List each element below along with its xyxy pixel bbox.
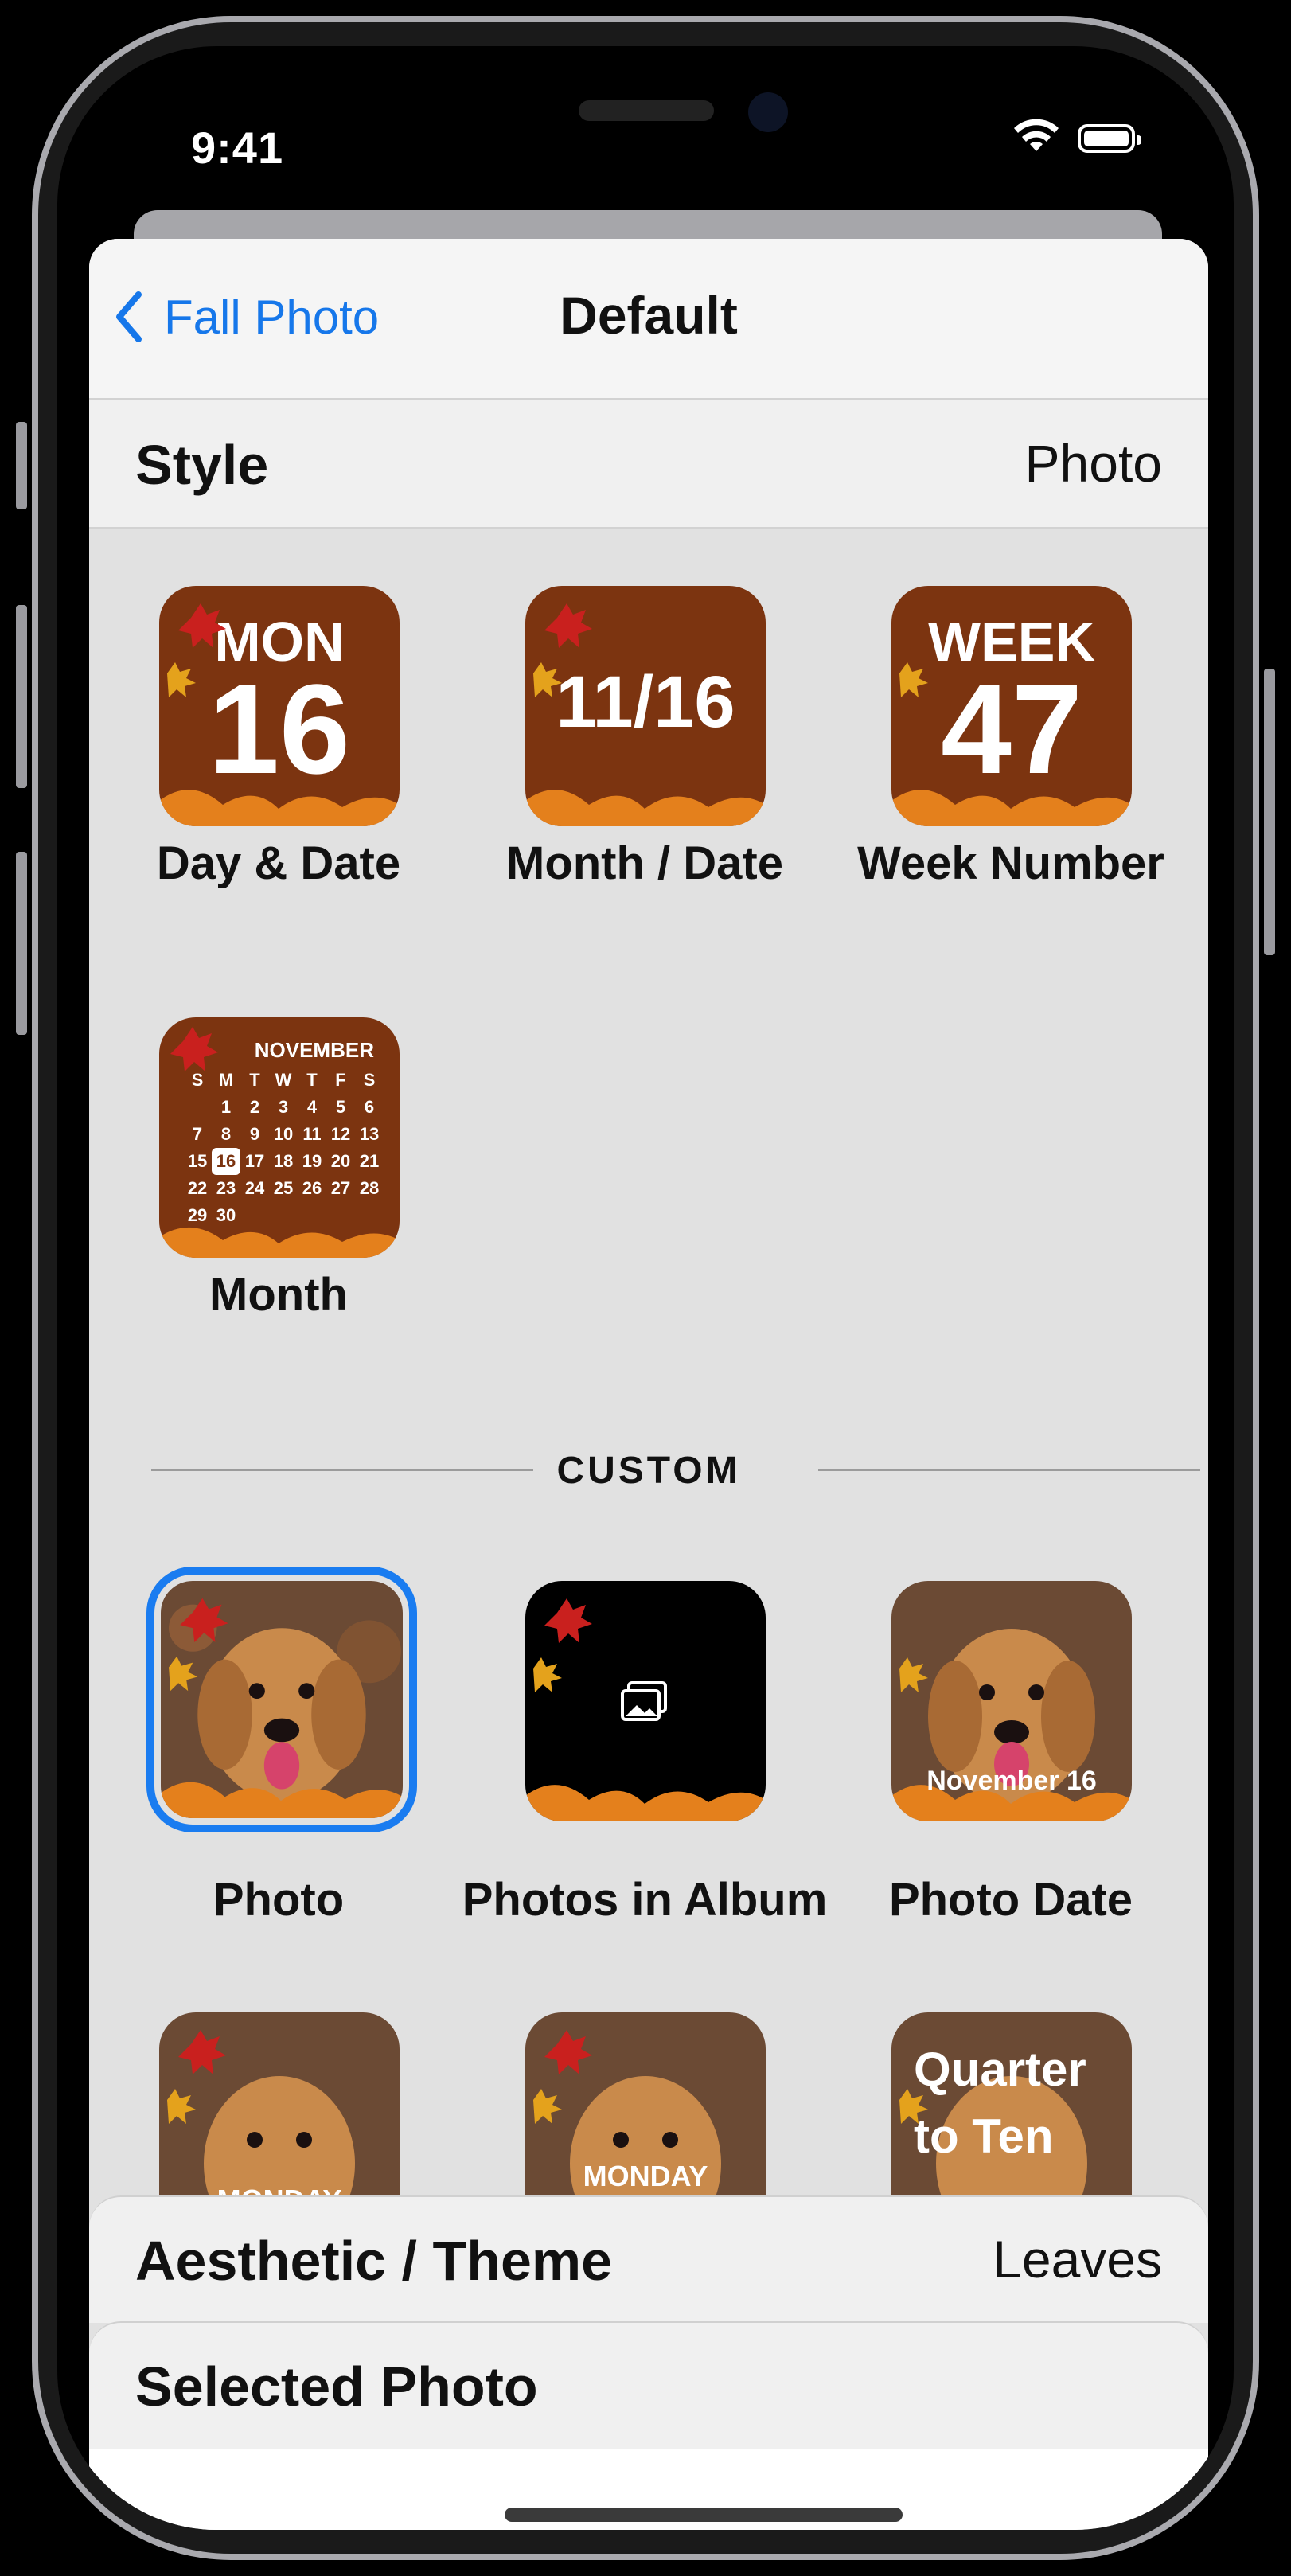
- theme-row-value: Leaves: [993, 2230, 1162, 2289]
- day-overlay: MONDAY: [583, 2160, 708, 2192]
- style-tile-month-date[interactable]: 11/16: [525, 586, 766, 826]
- time-words-overlay: Quarter to Ten: [914, 2043, 1086, 2163]
- custom-caption-photos-in-album: Photos in Album: [462, 1874, 828, 1926]
- custom-tile-photo[interactable]: [161, 1581, 403, 1818]
- leaves-decoration-icon: [525, 603, 766, 826]
- style-tile-week-number[interactable]: WEEK 47: [891, 586, 1132, 826]
- screen: 9:41 Fall Photo Default Style Photo MON …: [57, 46, 1234, 2530]
- custom-section-header: CUSTOM: [89, 1446, 1208, 1493]
- theme-row-label: Aesthetic / Theme: [135, 2230, 613, 2292]
- power-button: [1264, 669, 1275, 955]
- style-tile-month[interactable]: NOVEMBER S M T W T F S 1 2 3 4 5 6 7 8 9 10 11 12 13 15 16 17 1…: [159, 1017, 400, 1258]
- custom-caption-photo-date: Photo Date: [888, 1874, 1133, 1926]
- nav-title: Default: [560, 286, 738, 345]
- style-row[interactable]: Style Photo: [89, 400, 1208, 529]
- style-caption-month: Month: [209, 1269, 348, 1321]
- custom-caption-photo: Photo: [213, 1874, 345, 1926]
- selected-photo-label: Selected Photo: [135, 2355, 538, 2418]
- navigation-bar: Fall Photo Default: [89, 239, 1208, 400]
- modal-sheet: Fall Photo Default Style Photo MON 16 Da…: [89, 239, 1208, 2530]
- style-caption-month-date: Month / Date: [506, 837, 783, 889]
- style-row-label: Style: [135, 434, 269, 496]
- custom-tile-photo-date[interactable]: November 16: [891, 1581, 1132, 1821]
- selected-photo-row[interactable]: Selected Photo: [89, 2321, 1208, 2449]
- front-camera: [748, 92, 788, 132]
- wifi-icon: [1014, 119, 1059, 151]
- speaker-grille: [579, 100, 714, 121]
- style-row-value: Photo: [1024, 434, 1162, 493]
- status-time: 9:41: [191, 123, 284, 173]
- leaves-decoration-icon: [159, 1027, 400, 1258]
- volume-up-button: [16, 605, 27, 788]
- theme-row[interactable]: Aesthetic / Theme Leaves: [89, 2195, 1208, 2323]
- style-caption-day-date: Day & Date: [156, 837, 401, 889]
- leaves-decoration-icon: [159, 603, 400, 826]
- photo-stack-icon: [525, 1598, 766, 1821]
- leaves-decoration-icon: [891, 662, 1132, 826]
- custom-tile-photos-in-album[interactable]: [525, 1581, 766, 1821]
- battery-icon: [1078, 124, 1141, 153]
- custom-heading: CUSTOM: [556, 1450, 741, 1492]
- photo-date-overlay: November 16: [926, 1766, 1097, 1796]
- volume-down-button: [16, 852, 27, 1035]
- home-indicator[interactable]: [505, 2508, 903, 2522]
- style-caption-week-number: Week Number: [857, 837, 1164, 889]
- mute-switch: [16, 422, 27, 509]
- style-tile-day-date[interactable]: MON 16: [159, 586, 400, 826]
- dog-photo-icon: [161, 1581, 403, 1818]
